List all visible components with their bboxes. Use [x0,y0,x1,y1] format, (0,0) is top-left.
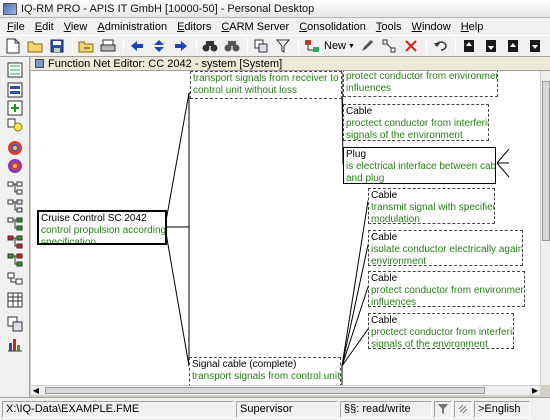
menu-help[interactable]: Help [456,21,489,33]
toolbar-separator [72,38,73,54]
toolbar-separator [298,38,299,54]
horizontal-scrollbar[interactable]: ◀ ▶ [31,385,540,395]
editor-icon [35,59,44,68]
scroll-right-icon[interactable]: ▶ [530,386,540,395]
menu-consolidation[interactable]: Consolidation [294,21,371,33]
status-file-path: X:\IQ-Data\EXAMPLE.FME [2,400,234,418]
add-item-icon[interactable] [6,99,24,117]
move-down-icon[interactable] [525,36,545,56]
node-signal-cable-complete[interactable]: Signal cable (complete) transport signal… [189,357,341,385]
list-view-icon[interactable] [6,81,24,99]
document-tree-icon[interactable] [6,271,24,289]
menu-tools[interactable]: Tools [371,21,407,33]
move-bottom-icon[interactable] [481,36,501,56]
target-icon[interactable] [6,139,24,157]
editor-title: Function Net Editor: CC 2042 - system [S… [48,57,283,70]
node-cable-e[interactable]: Cable proctect conductor from interferin… [368,313,514,349]
vertical-scrollbar[interactable] [540,71,550,385]
status-bar: X:\IQ-Data\EXAMPLE.FME Supervisor §§: re… [0,397,550,420]
toolbar-separator [196,38,197,54]
back-arrow-icon[interactable] [127,36,147,56]
structure-net-icon[interactable] [6,197,24,215]
new-button[interactable]: New ▼ [324,40,355,52]
node-plug[interactable]: Plug is electrical interface between cab… [343,147,496,184]
node-root-cruise-control[interactable]: Cruise Control SC 2042 control propulsio… [37,210,167,245]
print-icon[interactable] [98,36,118,56]
open-file-icon[interactable] [76,36,96,56]
menu-editors[interactable]: Editors [172,21,216,33]
target-alt-icon[interactable] [6,157,24,175]
pen-icon[interactable] [357,36,377,56]
filter-status-icon[interactable] [434,400,452,418]
title-bar: IQ-RM PRO - APIS IT GmbH [10000-50] - Pe… [0,0,550,18]
menu-file[interactable]: File [2,21,30,33]
menu-carm-server[interactable]: CARM Server [216,21,294,33]
collapse-icon[interactable] [149,36,169,56]
toolbar-separator [425,38,427,54]
node-signal-top[interactable]: transport signals from receiver to contr… [190,71,342,99]
link-status-icon[interactable] [454,400,472,418]
app-icon [3,2,17,15]
left-toolbar [0,57,30,397]
function-net-icon[interactable] [6,179,24,197]
toolbar: New ▼ [0,35,550,57]
filter-icon[interactable] [273,36,293,56]
horizontal-scroll-thumb[interactable] [45,387,485,394]
node-cable-a[interactable]: Cable proctect conductor from interferin… [343,104,489,141]
copy-structure-icon[interactable] [6,315,24,333]
status-user: Supervisor [236,400,338,418]
scroll-left-icon[interactable]: ◀ [31,386,41,395]
new-element-icon[interactable] [302,36,322,56]
chart-icon[interactable] [6,335,24,353]
save-icon[interactable] [47,36,67,56]
connect-icon[interactable] [379,36,399,56]
menu-administration[interactable]: Administration [92,21,172,33]
risk-net-icon[interactable] [6,233,24,251]
status-access: §§: read/write [340,400,432,418]
node-protect-top[interactable]: protect conductor from environmental inf… [343,71,498,97]
status-language[interactable]: >English [474,400,530,418]
node-cable-c[interactable]: Cable isolate conductor electrically aga… [368,230,523,266]
failure-net-icon[interactable] [6,215,24,233]
structure-tree-icon[interactable] [6,61,24,79]
measure-net-icon[interactable] [6,251,24,269]
toolbar-separator [123,38,124,54]
editor-title-bar: Function Net Editor: CC 2042 - system [S… [31,57,550,71]
toolbar-separator [454,38,456,54]
menu-window[interactable]: Window [407,21,456,33]
find-icon[interactable] [200,36,220,56]
menu-edit[interactable]: Edit [30,21,59,33]
move-up-icon[interactable] [503,36,523,56]
forward-arrow-icon[interactable] [171,36,191,56]
move-top-icon[interactable] [459,36,479,56]
lightbulb-icon[interactable] [6,117,24,135]
menu-bar: File Edit View Administration Editors CA… [0,18,550,35]
window-title: IQ-RM PRO - APIS IT GmbH [10000-50] - Pe… [21,2,315,15]
menu-view[interactable]: View [59,21,93,33]
node-cable-b[interactable]: Cable transmit signal with specified mod… [368,188,495,224]
find-next-icon[interactable] [222,36,242,56]
new-document-icon[interactable] [3,36,23,56]
undo-icon[interactable] [430,36,450,56]
insert-structure-icon[interactable] [251,36,271,56]
vertical-scroll-thumb[interactable] [542,81,550,241]
open-folder-icon[interactable] [25,36,45,56]
delete-link-icon[interactable] [401,36,421,56]
node-cable-d[interactable]: Cable protect conductor from environment… [368,271,525,307]
toolbar-separator [247,38,248,54]
table-view-icon[interactable] [6,291,24,309]
function-net-canvas[interactable]: transport signals from receiver to contr… [31,71,540,385]
